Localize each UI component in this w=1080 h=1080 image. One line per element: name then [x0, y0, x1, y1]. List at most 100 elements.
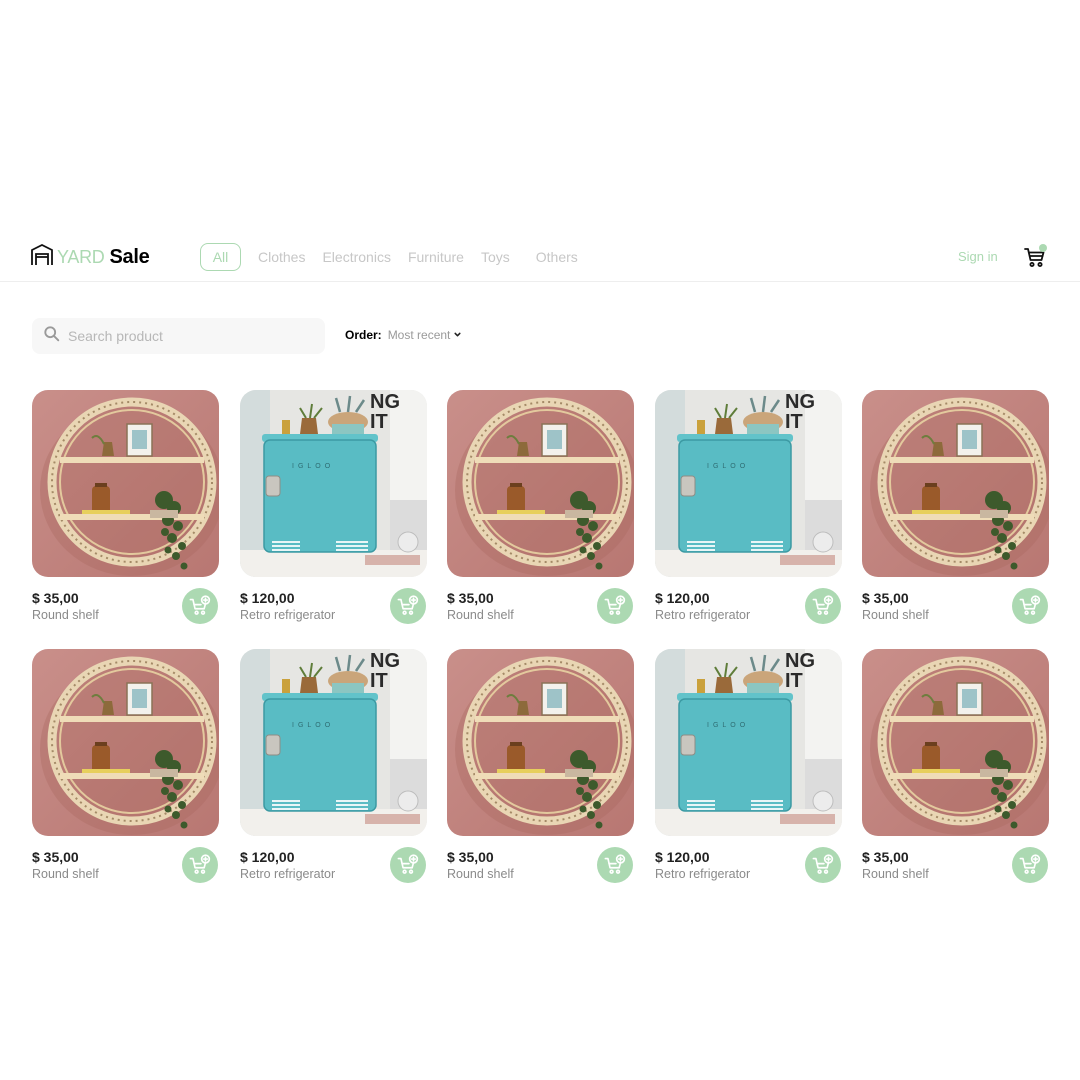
product-image[interactable]: NG IT IGLOO [655, 649, 842, 836]
add-to-cart-icon [604, 854, 626, 876]
product-name: Round shelf [862, 608, 929, 622]
product-image[interactable] [32, 390, 219, 577]
product-image[interactable] [447, 390, 634, 577]
add-to-cart-button[interactable] [182, 588, 218, 624]
shopping-cart-icon [1023, 248, 1047, 273]
category-nav: All Clothes Electronics Furniture Toys O… [200, 243, 595, 271]
retro-fridge-image: NG IT IGLOO [655, 649, 842, 836]
nav-item-all[interactable]: All [200, 243, 241, 271]
add-to-cart-icon [397, 854, 419, 876]
add-to-cart-button[interactable] [1012, 847, 1048, 883]
add-to-cart-button[interactable] [597, 588, 633, 624]
shopping-cart-button[interactable] [1023, 244, 1047, 269]
product-image[interactable] [862, 649, 1049, 836]
product-image[interactable] [862, 390, 1049, 577]
product-name: Retro refrigerator [240, 867, 336, 881]
product-card[interactable]: $ 35,00 Round shelf [862, 390, 1049, 626]
add-to-cart-button[interactable] [390, 847, 426, 883]
product-price: $ 35,00 [32, 590, 79, 606]
product-price: $ 35,00 [32, 849, 79, 865]
retro-fridge-image: NG IT IGLOO [240, 390, 427, 577]
product-name: Retro refrigerator [655, 608, 751, 622]
round-shelf-image [32, 649, 219, 836]
retro-fridge-image: NG IT IGLOO [240, 649, 427, 836]
add-to-cart-button[interactable] [182, 847, 218, 883]
svg-text:IT: IT [785, 411, 803, 433]
svg-text:NG: NG [785, 391, 815, 413]
svg-text:IT: IT [785, 670, 803, 692]
search-icon [32, 325, 60, 347]
search-bar [32, 318, 325, 354]
product-image[interactable]: NG IT IGLOO [655, 390, 842, 577]
round-shelf-image [32, 390, 219, 577]
nav-item-others[interactable]: Others [536, 249, 578, 265]
add-to-cart-icon [604, 595, 626, 617]
add-to-cart-icon [189, 854, 211, 876]
product-price: $ 120,00 [240, 849, 295, 865]
nav-item-furniture[interactable]: Furniture [408, 249, 464, 265]
product-image[interactable]: NG IT IGLOO [240, 390, 427, 577]
brand-name-sale: Sale [109, 245, 150, 268]
brand-name-yard: YARD [57, 246, 105, 267]
svg-text:IGLOO: IGLOO [707, 463, 749, 470]
add-to-cart-icon [189, 595, 211, 617]
product-card[interactable]: NG IT IGLOO $ 120,00 Retro refrigerator [240, 649, 427, 885]
round-shelf-image [447, 390, 634, 577]
product-image[interactable] [32, 649, 219, 836]
svg-text:IGLOO: IGLOO [707, 722, 749, 729]
svg-text:IT: IT [370, 670, 388, 692]
search-input[interactable] [68, 328, 308, 344]
product-price: $ 35,00 [447, 849, 494, 865]
add-to-cart-icon [1019, 854, 1041, 876]
add-to-cart-button[interactable] [597, 847, 633, 883]
cart-notification-dot [1039, 244, 1047, 252]
product-name: Round shelf [447, 608, 514, 622]
product-price: $ 120,00 [655, 849, 710, 865]
product-price: $ 35,00 [862, 590, 909, 606]
sign-in-link[interactable]: Sign in [958, 249, 998, 264]
product-card[interactable]: NG IT IGLOO $ 120,00 Retro refrigerator [655, 649, 842, 885]
svg-text:IGLOO: IGLOO [292, 722, 334, 729]
svg-text:IT: IT [370, 411, 388, 433]
navbar: YARD Sale All Clothes Electronics Furnitu… [0, 234, 1080, 282]
order-dropdown[interactable]: Order: Most recent [345, 328, 462, 342]
product-name: Round shelf [32, 608, 99, 622]
product-image[interactable] [447, 649, 634, 836]
svg-text:NG: NG [785, 650, 815, 672]
product-price: $ 120,00 [655, 590, 710, 606]
round-shelf-image [862, 649, 1049, 836]
add-to-cart-icon [1019, 595, 1041, 617]
nav-item-toys[interactable]: Toys [481, 249, 510, 265]
add-to-cart-button[interactable] [1012, 588, 1048, 624]
add-to-cart-button[interactable] [390, 588, 426, 624]
product-image[interactable]: NG IT IGLOO [240, 649, 427, 836]
round-shelf-image [862, 390, 1049, 577]
chevron-down-icon [450, 328, 462, 342]
product-card[interactable]: $ 35,00 Round shelf [862, 649, 1049, 885]
product-card[interactable]: $ 35,00 Round shelf [32, 390, 219, 626]
order-value: Most recent [387, 328, 451, 342]
svg-text:NG: NG [370, 391, 400, 413]
product-price: $ 35,00 [862, 849, 909, 865]
nav-item-clothes[interactable]: Clothes [258, 249, 305, 265]
add-to-cart-button[interactable] [805, 588, 841, 624]
product-card[interactable]: NG IT IGLOO $ 120,00 Retro refrigerator [240, 390, 427, 626]
add-to-cart-icon [812, 595, 834, 617]
add-to-cart-button[interactable] [805, 847, 841, 883]
product-price: $ 120,00 [240, 590, 295, 606]
product-name: Round shelf [32, 867, 99, 881]
product-card[interactable]: $ 35,00 Round shelf [447, 649, 634, 885]
product-card[interactable]: $ 35,00 Round shelf [447, 390, 634, 626]
product-card[interactable]: $ 35,00 Round shelf [32, 649, 219, 885]
product-card[interactable]: NG IT IGLOO $ 120,00 Retro refrigerator [655, 390, 842, 626]
brand-logo[interactable]: YARD Sale [30, 243, 150, 270]
svg-text:IGLOO: IGLOO [292, 463, 334, 470]
product-price: $ 35,00 [447, 590, 494, 606]
round-shelf-image [447, 649, 634, 836]
nav-item-electronics[interactable]: Electronics [322, 249, 390, 265]
product-name: Retro refrigerator [655, 867, 751, 881]
add-to-cart-icon [397, 595, 419, 617]
product-name: Round shelf [447, 867, 514, 881]
order-label: Order: [345, 328, 382, 342]
svg-text:NG: NG [370, 650, 400, 672]
